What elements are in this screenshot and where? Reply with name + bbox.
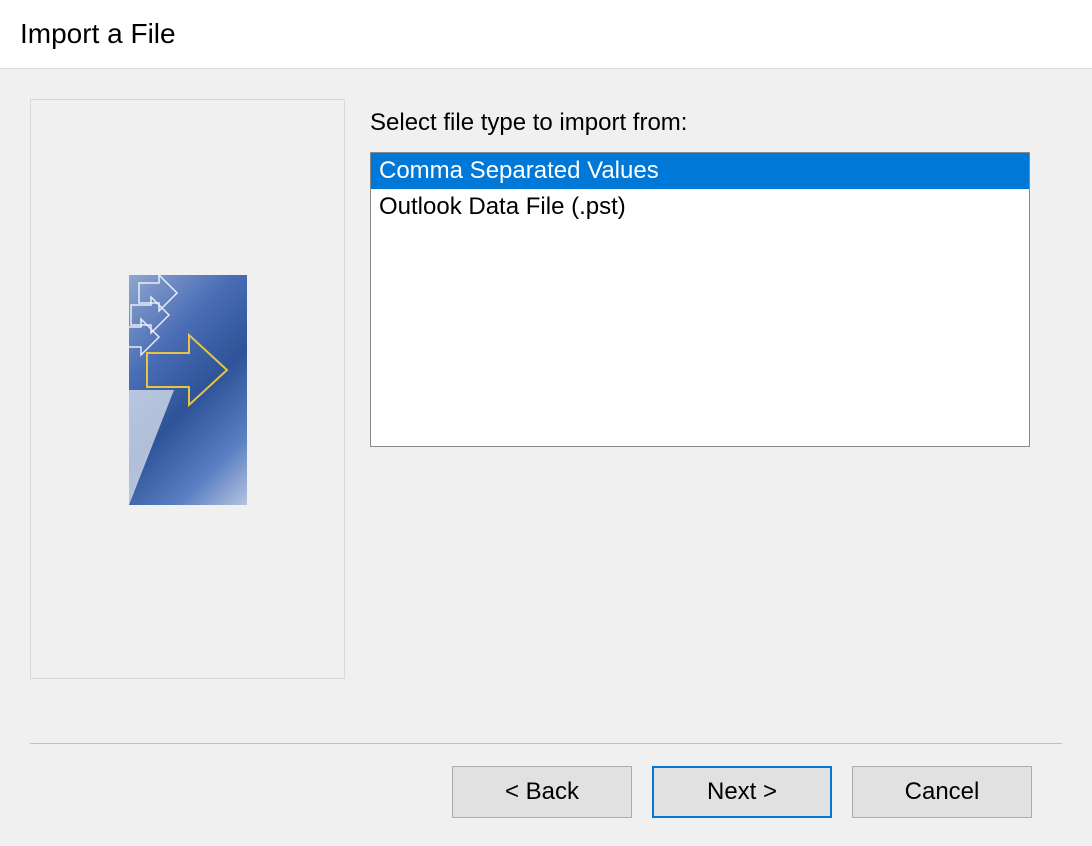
- file-type-label: Select file type to import from:: [370, 109, 1062, 137]
- wizard-graphic-panel: [30, 99, 345, 679]
- import-arrow-icon: [129, 275, 247, 505]
- content-row: Select file type to import from: Comma S…: [30, 99, 1062, 725]
- cancel-button[interactable]: Cancel: [852, 766, 1032, 818]
- window-title: Import a File: [20, 18, 1072, 50]
- next-button[interactable]: Next >: [652, 766, 832, 818]
- file-type-listbox[interactable]: Comma Separated ValuesOutlook Data File …: [370, 152, 1030, 447]
- body-area: Select file type to import from: Comma S…: [0, 69, 1092, 846]
- button-row: < Back Next > Cancel: [30, 744, 1062, 846]
- file-type-option[interactable]: Outlook Data File (.pst): [371, 189, 1029, 225]
- back-button[interactable]: < Back: [452, 766, 632, 818]
- form-area: Select file type to import from: Comma S…: [370, 99, 1062, 725]
- import-wizard-window: Import a File: [0, 0, 1092, 846]
- file-type-option[interactable]: Comma Separated Values: [371, 153, 1029, 189]
- titlebar: Import a File: [0, 0, 1092, 69]
